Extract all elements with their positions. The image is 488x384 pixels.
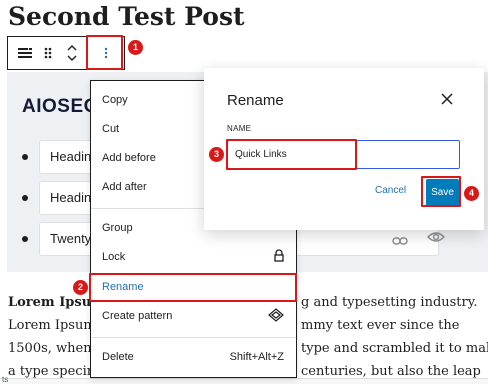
menu-item-label: Add after: [102, 181, 147, 193]
drag-handle-icon[interactable]: [38, 37, 58, 69]
cancel-button[interactable]: Cancel: [375, 185, 406, 196]
paragraph-line: type and scrambled it to make: [301, 341, 488, 356]
move-up-down-icon[interactable]: [60, 37, 84, 69]
menu-item-label: Copy: [102, 94, 128, 106]
annotation-marker: 3: [209, 147, 224, 162]
menu-item-label: Cut: [102, 123, 120, 135]
status-bar: ts: [0, 375, 488, 384]
annotation-highlight-name-input: [226, 139, 357, 170]
bullet-icon: [22, 154, 28, 160]
annotation-highlight-rename: [89, 273, 297, 302]
aioseo-heading: AIOSEO: [22, 96, 99, 117]
menu-item-create-pattern[interactable]: Create pattern: [91, 303, 296, 331]
menu-item-label: Add before: [102, 152, 156, 164]
status-text: ts: [2, 375, 9, 384]
modal-title: Rename: [227, 92, 284, 109]
bullet-icon: [22, 195, 28, 201]
annotation-highlight-save: [421, 176, 461, 207]
visibility-eye-icon[interactable]: [426, 230, 446, 248]
paragraph-line: mmy text ever since the: [301, 318, 460, 333]
menu-item-delete[interactable]: Delete Shift+Alt+Z: [91, 344, 296, 372]
list-item-label: Twenty: [50, 231, 92, 246]
annotation-marker: 2: [73, 280, 88, 295]
annotation-marker: 4: [464, 186, 479, 201]
pattern-icon: [268, 308, 284, 325]
link-icon[interactable]: [392, 233, 408, 251]
menu-item-label: Create pattern: [102, 310, 173, 322]
menu-item-lock[interactable]: Lock: [91, 244, 296, 272]
paragraph-line: centuries, but also the leap: [301, 364, 481, 379]
post-title[interactable]: Second Test Post: [8, 2, 245, 31]
menu-item-label: Group: [102, 222, 133, 234]
menu-divider: [91, 337, 296, 338]
lock-icon: [274, 249, 284, 265]
bullet-icon: [22, 236, 28, 242]
annotation-highlight-more-options: [86, 35, 123, 70]
name-field-label: NAME: [227, 124, 252, 133]
menu-item-label: Lock: [102, 251, 126, 263]
menu-item-shortcut: Shift+Alt+Z: [229, 351, 284, 363]
annotation-marker: 1: [128, 40, 143, 55]
paragraph-line: g and typesetting industry.: [301, 295, 478, 310]
block-type-icon[interactable]: [12, 37, 38, 69]
menu-item-label: Delete: [102, 351, 134, 363]
close-icon[interactable]: [440, 92, 456, 108]
